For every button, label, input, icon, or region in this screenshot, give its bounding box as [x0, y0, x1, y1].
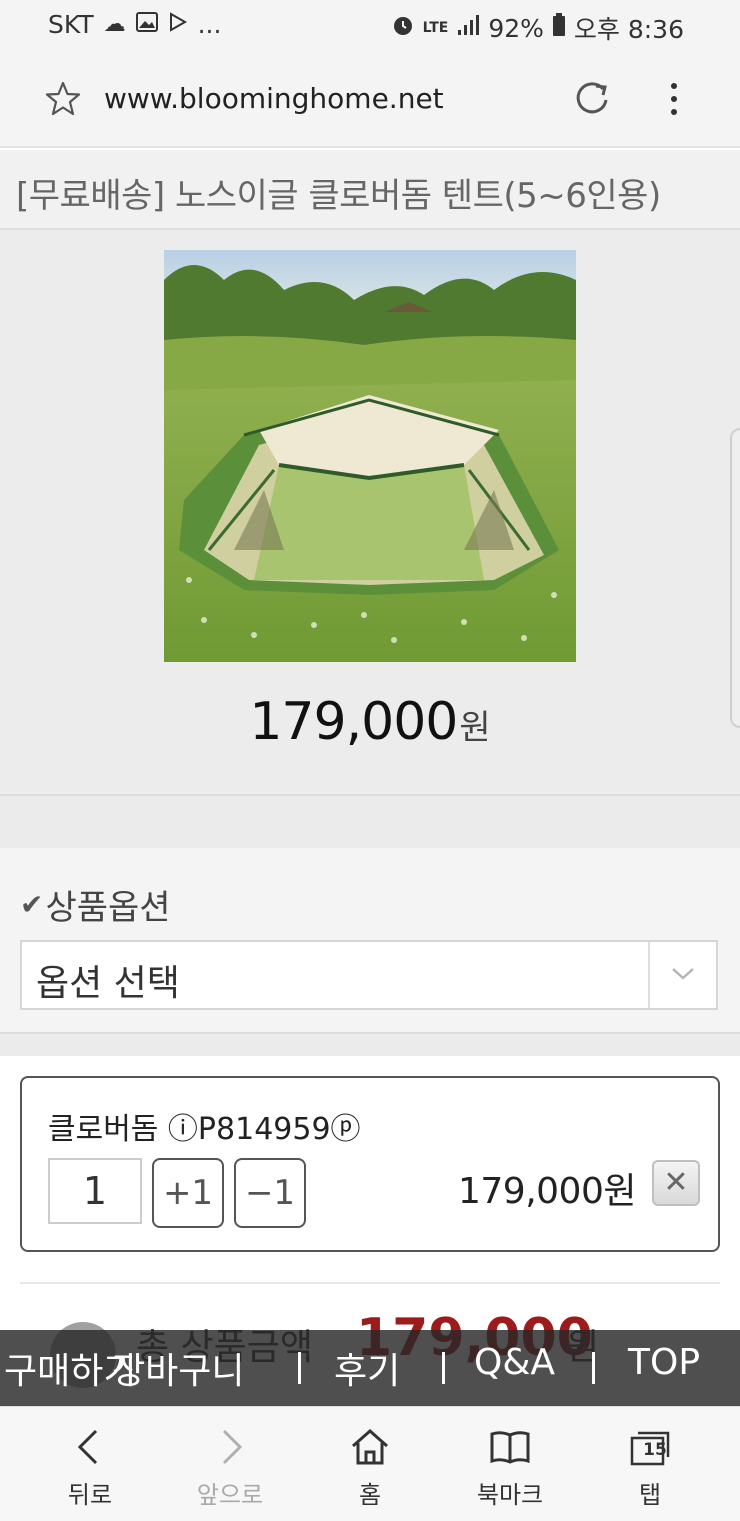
forward-button[interactable]: 앞으로 [160, 1407, 300, 1521]
battery-icon [552, 13, 566, 43]
selected-item-price: 179,000원 [458, 1171, 637, 1212]
signal-icon [456, 14, 480, 42]
book-icon [488, 1425, 532, 1469]
play-store-icon [168, 11, 188, 38]
check-icon: ✔ [20, 888, 44, 921]
clock: 오후 8:36 [573, 15, 684, 44]
tab-count: 15 [643, 1440, 667, 1460]
back-button[interactable]: 뒤로 [20, 1407, 160, 1521]
back-label: 뒤로 [67, 1481, 113, 1509]
forward-label: 앞으로 [196, 1481, 264, 1509]
chevron-right-icon [208, 1425, 252, 1469]
decrease-quantity-button[interactable]: −1 [234, 1158, 306, 1228]
browser-toolbar: 뒤로 앞으로 홈 북마크 15 탭 [0, 1406, 740, 1521]
nav-separator [298, 1352, 301, 1384]
section-spacer [0, 796, 740, 848]
options-heading: ✔ 상품옵션 [20, 880, 171, 929]
product-image [164, 250, 576, 662]
nav-separator [592, 1352, 595, 1384]
bookmarks-label: 북마크 [476, 1481, 544, 1509]
alarm-icon [391, 13, 415, 43]
selected-item-name: 클로버돔 ⓘP814959ⓟ [48, 1112, 361, 1147]
home-button[interactable]: 홈 [300, 1407, 440, 1521]
option-select[interactable]: 옵션 선택 [20, 940, 718, 1010]
network-label: LTE [422, 20, 449, 36]
price-number: 179,000 [249, 692, 458, 752]
select-divider [648, 942, 650, 1008]
more-menu-icon[interactable] [664, 80, 684, 120]
status-ellipsis: ... [197, 10, 222, 39]
cloud-icon: ☁ [103, 12, 126, 37]
home-label: 홈 [358, 1481, 382, 1509]
floating-nav-bar: 구매하기 장바구니 후기 Q&A TOP [0, 1330, 740, 1406]
bookmark-star-icon[interactable] [44, 80, 82, 125]
option-select-value: 옵션 선택 [36, 963, 180, 1004]
tabs-button[interactable]: 15 탭 [580, 1407, 720, 1521]
divider [20, 1282, 720, 1284]
status-bar-left: SKT ☁ ... [48, 10, 221, 39]
home-icon [348, 1425, 392, 1469]
chevron-left-icon [68, 1425, 112, 1469]
section-spacer-2 [0, 1034, 740, 1056]
remove-item-button[interactable]: ✕ [652, 1160, 700, 1206]
selected-item-card: 클로버돔 ⓘP814959ⓟ 1 +1 −1 179,000원 ✕ [20, 1076, 720, 1252]
url-bar: www.bloominghome.net [0, 52, 740, 148]
cart-button[interactable]: 장바구니 [112, 1342, 244, 1394]
bookmarks-button[interactable]: 북마크 [440, 1407, 580, 1521]
side-scroll-handle[interactable] [730, 428, 740, 728]
address-text[interactable]: www.bloominghome.net [104, 82, 444, 115]
battery-percent: 92% [488, 13, 544, 43]
image-icon [135, 11, 158, 38]
reload-icon[interactable] [572, 78, 612, 118]
status-bar-right: LTE 92% 오후 8:36 [391, 10, 684, 46]
chevron-down-icon [670, 964, 696, 984]
reviews-button[interactable]: 후기 [334, 1342, 400, 1394]
carrier-label: SKT [48, 10, 94, 39]
status-bar: SKT ☁ ... LTE 92% 오후 8:36 [0, 0, 740, 52]
tabs-label: 탭 [638, 1481, 662, 1509]
product-title-bar: [무료배송] 노스이글 클로버돔 텐트(5~6인용) [0, 150, 740, 230]
options-title: 상품옵션 [45, 888, 171, 928]
options-section: ✔ 상품옵션 옵션 선택 [0, 848, 740, 1034]
nav-separator [442, 1352, 445, 1384]
price-unit: 원 [459, 708, 491, 748]
product-area: 179,000원 [0, 230, 740, 796]
quantity-input[interactable]: 1 [48, 1158, 142, 1224]
top-button[interactable]: TOP [628, 1342, 700, 1383]
increase-quantity-button[interactable]: +1 [152, 1158, 224, 1228]
qna-button[interactable]: Q&A [474, 1342, 555, 1383]
product-title: [무료배송] 노스이글 클로버돔 텐트(5~6인용) [16, 176, 661, 216]
product-price: 179,000원 [0, 692, 740, 752]
